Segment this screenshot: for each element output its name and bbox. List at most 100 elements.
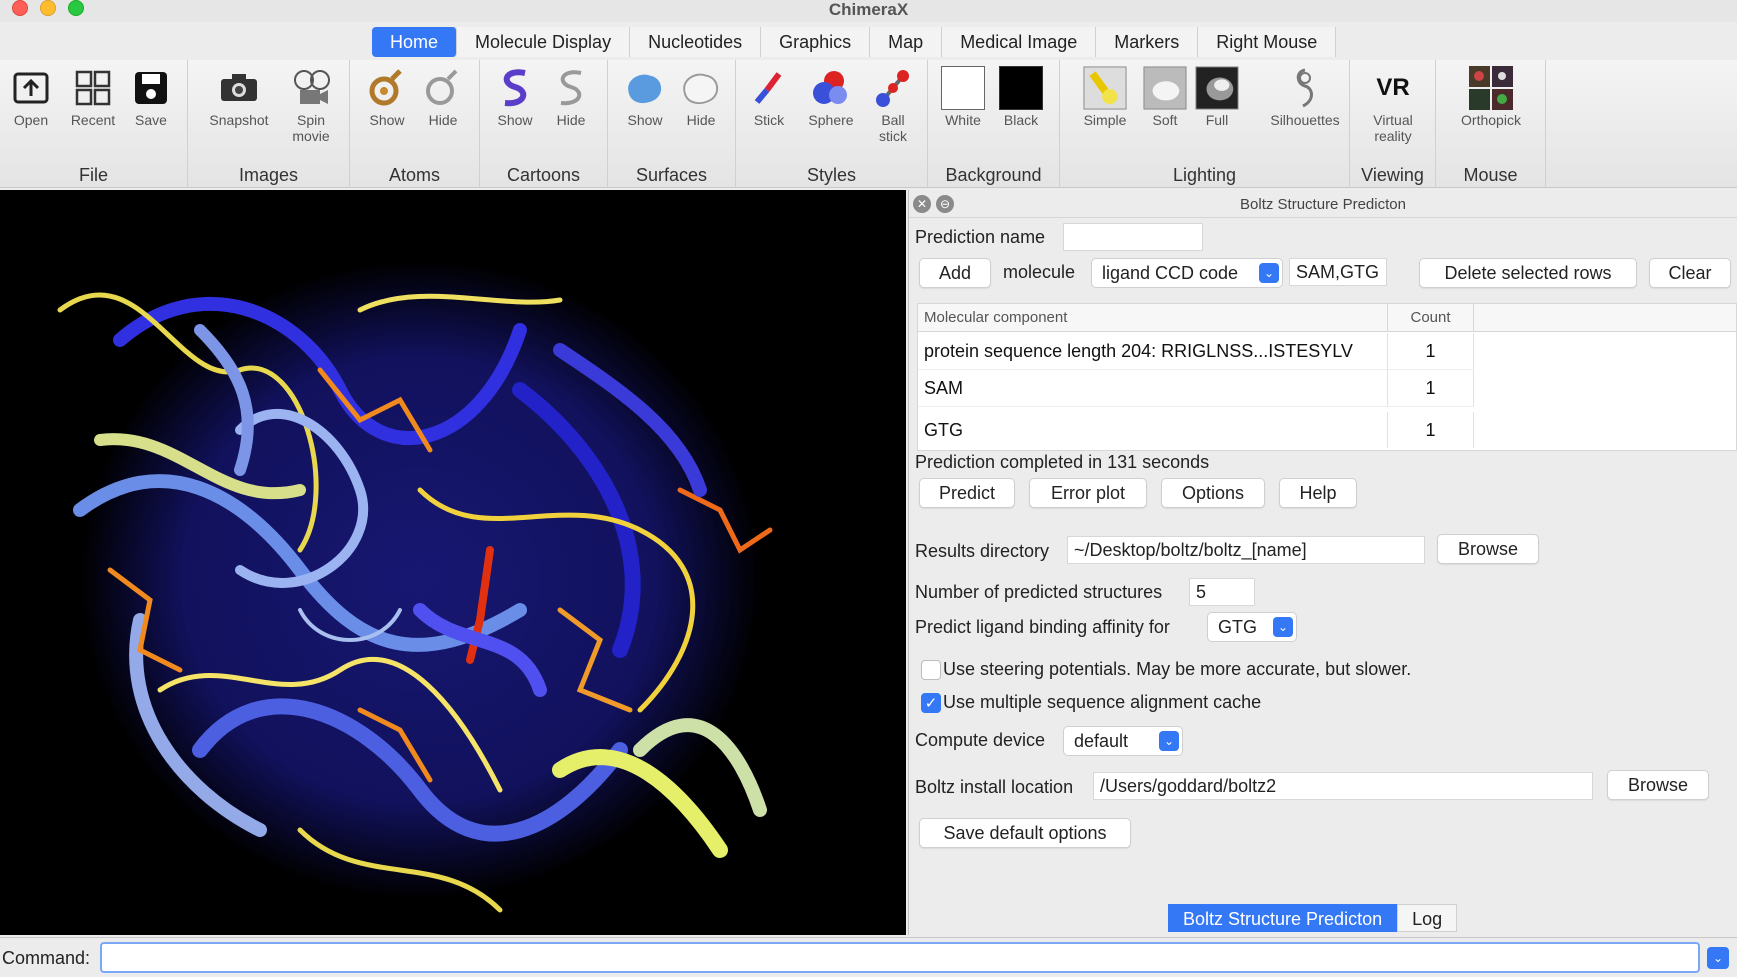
hide-surfaces-button[interactable]: Hide: [670, 66, 732, 128]
command-bar: Command: ⌄: [0, 937, 1737, 977]
install-location-label: Boltz install location: [915, 777, 1074, 797]
group-viewing: VR Virtual reality Viewing: [1350, 60, 1436, 188]
num-structures-field[interactable]: 5: [1189, 578, 1255, 606]
sphere-style-button[interactable]: Sphere: [800, 66, 862, 128]
options-button[interactable]: Options: [1161, 478, 1265, 508]
group-file: Open Recent Save File: [0, 60, 188, 188]
error-plot-button[interactable]: Error plot: [1029, 478, 1147, 508]
group-mouse: Orthopick Mouse: [1436, 60, 1546, 188]
show-cartoons-button[interactable]: Show: [484, 66, 546, 128]
show-surfaces-button[interactable]: Show: [614, 66, 676, 128]
table-row-count[interactable]: 1: [1388, 333, 1474, 370]
tab-molecule-display[interactable]: Molecule Display: [457, 27, 631, 57]
tab-log[interactable]: Log: [1397, 904, 1458, 932]
affinity-select[interactable]: GTG ⌄: [1207, 612, 1297, 642]
table-row-component[interactable]: protein sequence length 204: RRIGLNSS...…: [918, 333, 1388, 370]
molecule-value-field[interactable]: SAM,GTG: [1289, 258, 1387, 286]
show-atoms-button[interactable]: Show: [356, 66, 418, 128]
tab-graphics[interactable]: Graphics: [761, 27, 871, 57]
panel-tabs: Boltz Structure Predicton Log: [1168, 904, 1458, 932]
group-atoms: Show Hide Atoms: [350, 60, 480, 188]
prediction-status: Prediction completed in 131 seconds: [915, 452, 1210, 472]
save-button[interactable]: Save: [120, 66, 182, 128]
silhouettes-button[interactable]: Silhouettes: [1264, 66, 1346, 128]
open-button[interactable]: Open: [0, 66, 62, 128]
results-directory-label: Results directory: [915, 541, 1050, 561]
chevron-down-icon: ⌄: [1259, 263, 1279, 283]
spin-movie-button[interactable]: Spin movie: [280, 66, 342, 144]
tab-right-mouse[interactable]: Right Mouse: [1198, 27, 1337, 57]
steering-checkbox[interactable]: [921, 660, 941, 680]
tab-nucleotides[interactable]: Nucleotides: [630, 27, 762, 57]
group-lighting: Simple Soft Full Silhouettes Lighting: [1060, 60, 1350, 188]
steering-label: Use steering potentials. May be more acc…: [943, 659, 1412, 679]
molecule-type-select[interactable]: ligand CCD code ⌄: [1091, 258, 1283, 288]
msa-cache-checkbox[interactable]: ✓: [921, 693, 941, 713]
delete-selected-rows-button[interactable]: Delete selected rows: [1419, 258, 1637, 288]
tab-map[interactable]: Map: [870, 27, 943, 57]
simple-light-icon: [1083, 66, 1127, 110]
predict-button[interactable]: Predict: [919, 478, 1015, 508]
orthopick-button[interactable]: Orthopick: [1450, 66, 1532, 128]
prediction-name-label: Prediction name: [915, 227, 1046, 247]
hide-cartoons-button[interactable]: Hide: [540, 66, 602, 128]
help-button[interactable]: Help: [1279, 478, 1357, 508]
table-row-component[interactable]: GTG: [918, 412, 1388, 448]
col-header-count[interactable]: Count: [1388, 304, 1474, 332]
command-input[interactable]: [100, 942, 1700, 973]
cartoon-hide-icon: [549, 66, 593, 110]
msa-cache-label: Use multiple sequence alignment cache: [943, 692, 1262, 712]
num-structures-label: Number of predicted structures: [915, 582, 1163, 602]
tab-home[interactable]: Home: [372, 27, 458, 57]
chevron-down-icon: ⌄: [1159, 731, 1179, 751]
browse-results-button[interactable]: Browse: [1437, 534, 1539, 564]
full-light-icon: [1195, 66, 1239, 110]
black-background-button[interactable]: Black: [990, 66, 1052, 128]
hide-atoms-button[interactable]: Hide: [412, 66, 474, 128]
clear-button[interactable]: Clear: [1649, 258, 1731, 288]
install-location-field[interactable]: /Users/goddard/boltz2: [1093, 772, 1593, 800]
white-swatch-icon: [941, 66, 985, 110]
table-row-component[interactable]: SAM: [918, 370, 1388, 407]
compute-device-select[interactable]: default ⌄: [1063, 726, 1183, 756]
home-toolbar: Open Recent Save File Snapshot Spin movi…: [0, 60, 1737, 188]
results-directory-field[interactable]: ~/Desktop/boltz/boltz_[name]: [1067, 536, 1425, 564]
title-bar: ChimeraX: [0, 0, 1737, 22]
full-lighting-button[interactable]: Full: [1186, 66, 1248, 128]
stick-style-button[interactable]: Stick: [738, 66, 800, 128]
prediction-name-field[interactable]: [1063, 223, 1203, 251]
save-default-options-button[interactable]: Save default options: [919, 818, 1131, 848]
cartoon-show-icon: [493, 66, 537, 110]
tab-medical-image[interactable]: Medical Image: [942, 27, 1097, 57]
tab-markers[interactable]: Markers: [1096, 27, 1199, 57]
virtual-reality-button[interactable]: VR Virtual reality: [1362, 66, 1424, 144]
ball-and-stick-icon: [871, 66, 915, 110]
open-icon: [9, 66, 53, 110]
recent-icon: [71, 66, 115, 110]
soft-light-icon: [1143, 66, 1187, 110]
orthopick-icon: [1469, 66, 1513, 110]
molecule-label: molecule: [1003, 262, 1076, 282]
add-button[interactable]: Add: [919, 258, 991, 288]
sphere-icon: [809, 66, 853, 110]
table-row-count[interactable]: 1: [1388, 370, 1474, 407]
table-row-count[interactable]: 1: [1388, 412, 1474, 448]
group-cartoons: Show Hide Cartoons: [480, 60, 608, 188]
atoms-show-icon: [365, 66, 409, 110]
components-table: Molecular component Count protein sequen…: [917, 303, 1737, 451]
browse-install-button[interactable]: Browse: [1607, 770, 1709, 800]
surface-hide-icon: [679, 66, 723, 110]
ball-stick-style-button[interactable]: Ball stick: [862, 66, 924, 144]
tab-boltz-structure-prediction[interactable]: Boltz Structure Predicton: [1168, 904, 1398, 932]
simple-lighting-button[interactable]: Simple: [1074, 66, 1136, 128]
group-background: White Black Background: [928, 60, 1060, 188]
recent-button[interactable]: Recent: [62, 66, 124, 128]
col-header-component[interactable]: Molecular component: [918, 304, 1388, 332]
group-images: Snapshot Spin movie Images: [188, 60, 350, 188]
snapshot-button[interactable]: Snapshot: [208, 66, 270, 128]
compute-device-label: Compute device: [915, 730, 1046, 750]
graphics-viewport[interactable]: [0, 190, 906, 935]
stick-icon: [747, 66, 791, 110]
white-background-button[interactable]: White: [932, 66, 994, 128]
command-history-chevron-icon[interactable]: ⌄: [1707, 947, 1729, 969]
